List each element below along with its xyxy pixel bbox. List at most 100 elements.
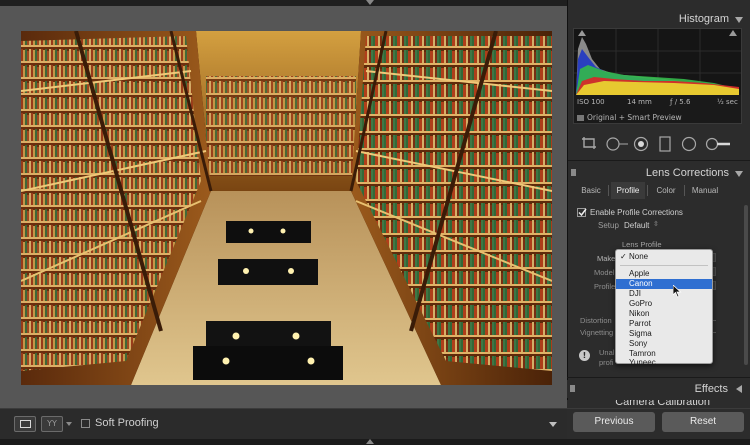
dropdown-item-apple[interactable]: Apple <box>616 269 712 279</box>
histogram-header[interactable]: Histogram <box>568 10 750 28</box>
histogram-graph <box>574 29 741 95</box>
smart-preview-icon <box>577 115 584 121</box>
reset-button-label: Reset <box>689 416 717 427</box>
dropdown-item-gopro[interactable]: GoPro <box>616 299 712 309</box>
tab-separator <box>647 185 648 196</box>
setup-value[interactable]: Default <box>624 221 649 230</box>
panel-switch-icon[interactable] <box>571 169 576 176</box>
tab-color-label: Color <box>656 186 676 195</box>
photo-viewer <box>0 0 567 408</box>
filmstrip-toggle-icon[interactable] <box>366 439 374 444</box>
dropdown-item-label: Nikon <box>629 309 650 318</box>
dropdown-item-sony[interactable]: Sony <box>616 339 712 349</box>
panel-scrollbar[interactable] <box>744 205 748 365</box>
bottom-toolbar: YY Soft Proofing <box>0 408 567 439</box>
panel-button-bar: Previous Reset <box>567 408 750 439</box>
effects-title: Effects <box>694 383 728 395</box>
dropdown-item-label: DJI <box>629 289 641 298</box>
distortion-label: Distortion <box>580 316 612 325</box>
dropdown-item-canon[interactable]: Canon <box>616 279 712 289</box>
lens-corrections-header[interactable]: Lens Corrections <box>568 164 750 182</box>
histogram-collapse-icon[interactable] <box>735 17 743 23</box>
compare-view-label: YY <box>47 419 57 428</box>
library-photo-image <box>21 31 552 385</box>
dropdown-item-none[interactable]: ✓ None <box>616 252 712 262</box>
tab-profile-label: Profile <box>616 186 640 195</box>
dropdown-item-label: Yuneec <box>629 358 656 367</box>
profile-label: Profile <box>594 282 616 291</box>
tab-color[interactable]: Color <box>650 182 682 199</box>
compare-options-icon[interactable] <box>66 422 72 426</box>
panel-switch-icon[interactable] <box>570 385 575 392</box>
top-panel-toggle-icon[interactable] <box>366 0 374 5</box>
reset-button[interactable]: Reset <box>662 412 744 432</box>
compare-view-button[interactable]: YY <box>41 416 63 432</box>
histogram-box: ISO 100 14 mm ƒ / 5.6 ½ sec Original + S… <box>573 28 742 124</box>
dropdown-item-label: Canon <box>629 279 653 288</box>
dropdown-item-label: None <box>629 252 649 261</box>
dropdown-item-nikon[interactable]: Nikon <box>616 309 712 319</box>
enable-profile-corrections-checkbox[interactable] <box>577 208 587 217</box>
tab-separator <box>608 185 609 196</box>
checked-item-icon: ✓ <box>620 252 627 261</box>
aperture-value: ƒ / 5.6 <box>670 98 691 106</box>
panel-divider <box>568 160 750 161</box>
library-photo <box>21 31 552 385</box>
tab-manual[interactable]: Manual <box>687 182 723 199</box>
loupe-view-icon <box>20 420 31 428</box>
adjustment-brush-tool-icon[interactable] <box>705 136 731 152</box>
setup-stepper-icon[interactable]: ⇳ <box>653 220 659 228</box>
panel-divider <box>567 377 750 378</box>
graduated-filter-tool-icon[interactable] <box>659 136 671 152</box>
make-label: Make <box>597 254 616 263</box>
focal-length-value: 14 mm <box>627 98 652 106</box>
viewer-top-edge <box>0 0 567 6</box>
spot-removal-tool-icon[interactable] <box>605 136 629 152</box>
profile-notice-line-1: Unal <box>599 348 615 357</box>
iso-value: ISO 100 <box>577 98 605 106</box>
lens-profile-heading: Lens Profile <box>622 240 662 249</box>
camera-calibration-title: Camera Calibration <box>615 400 710 408</box>
dropdown-separator <box>620 265 708 266</box>
crop-tool-icon[interactable] <box>581 136 597 150</box>
enable-profile-corrections-label: Enable Profile Corrections <box>590 208 683 217</box>
dropdown-item-label: Sigma <box>629 329 652 338</box>
dropdown-item-dji[interactable]: DJI <box>616 289 712 299</box>
radial-filter-tool-icon[interactable] <box>681 136 697 152</box>
camera-calibration-header[interactable]: Camera Calibration <box>567 400 750 408</box>
warning-icon: ! <box>579 350 590 361</box>
make-dropdown-menu[interactable]: ✓ None Apple Canon DJI GoPro Nikon Parro… <box>615 249 713 367</box>
mouse-pointer-icon <box>673 285 682 298</box>
effects-header[interactable]: Effects <box>567 380 750 398</box>
model-label: Model <box>594 268 615 277</box>
tab-manual-label: Manual <box>691 186 719 195</box>
shutter-value: ½ sec <box>717 98 738 106</box>
tab-basic[interactable]: Basic <box>576 182 606 199</box>
previous-button[interactable]: Previous <box>573 412 655 432</box>
toolbar-menu-chevron-icon[interactable] <box>549 422 557 427</box>
profile-notice-line-2: profi <box>599 358 614 367</box>
dropdown-item-parrot[interactable]: Parrot <box>616 319 712 329</box>
soft-proofing-checkbox[interactable] <box>81 419 90 428</box>
effects-expand-icon[interactable] <box>736 385 742 393</box>
histogram-title: Histogram <box>678 13 729 25</box>
lens-corrections-title: Lens Corrections <box>645 167 729 179</box>
red-eye-tool-icon[interactable] <box>633 136 649 152</box>
dropdown-item-sigma[interactable]: Sigma <box>616 329 712 339</box>
lens-corrections-collapse-icon[interactable] <box>735 171 743 177</box>
loupe-view-button[interactable] <box>14 416 36 432</box>
dropdown-item-label: Tamron <box>629 349 656 358</box>
dropdown-item-label: GoPro <box>629 299 653 308</box>
filmstrip-edge <box>0 439 750 445</box>
soft-proofing-label: Soft Proofing <box>95 417 159 429</box>
dropdown-item-label: Apple <box>629 269 650 278</box>
lens-corrections-tabs: Basic Profile Color Manual <box>573 182 745 199</box>
tab-profile[interactable]: Profile <box>611 182 645 199</box>
setup-label: Setup <box>598 221 619 230</box>
previous-button-label: Previous <box>594 416 634 427</box>
dropdown-item-yuneec[interactable]: Yuneec <box>616 358 712 367</box>
vignetting-label: Vignetting <box>580 328 614 337</box>
tab-basic-label: Basic <box>581 186 601 195</box>
dropdown-item-label: Sony <box>629 339 648 348</box>
checkmark-icon <box>578 208 587 217</box>
